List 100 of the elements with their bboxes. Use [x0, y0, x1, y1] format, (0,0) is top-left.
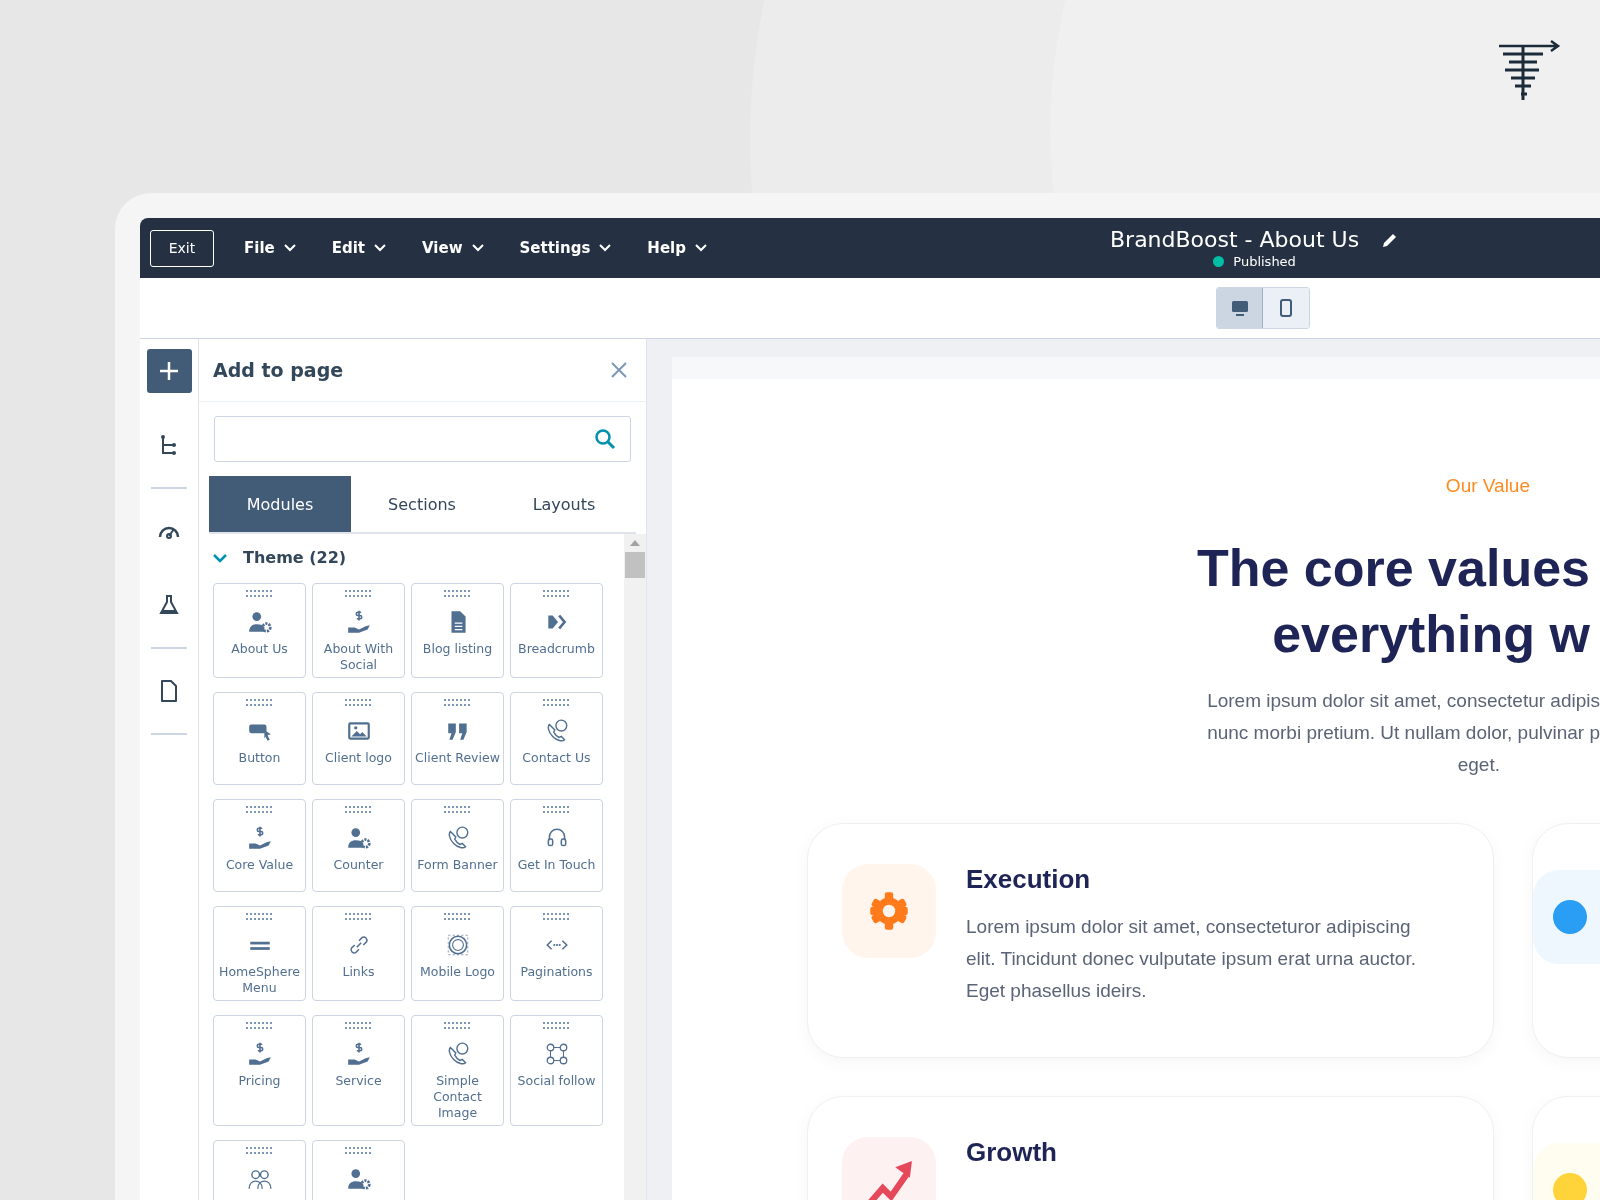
tab[interactable]: Modules [209, 476, 351, 532]
search-icon[interactable] [594, 428, 616, 450]
scroll-thumb[interactable] [625, 552, 645, 578]
module-label: About Us [231, 641, 288, 657]
module-label: Client Review [415, 750, 500, 766]
monitor-icon [1229, 298, 1250, 318]
group-header[interactable]: Theme (22) [213, 548, 347, 567]
module-tile[interactable]: Social follow [510, 1015, 603, 1126]
exit-button[interactable]: Exit [150, 229, 214, 267]
caret-icon [471, 244, 484, 252]
drag-handle-icon [245, 699, 274, 706]
drag-handle-icon [245, 913, 274, 920]
module-label: Links [342, 964, 375, 980]
module-tile[interactable]: Button [213, 692, 306, 785]
intro-text-line: eget. [1457, 753, 1500, 777]
card-title: Growth [966, 1137, 1057, 1168]
module-tile[interactable]: Core Value [213, 799, 306, 892]
plus-icon [157, 359, 181, 383]
module-label: Core Value [225, 857, 294, 873]
flask-icon [157, 593, 181, 617]
module-tile[interactable]: About Us [213, 583, 306, 678]
caret-icon [374, 244, 386, 252]
intro-text-line: Lorem ipsum dolor sit amet, consectetur adipis [1207, 689, 1600, 713]
heading-line: everything w [1272, 604, 1590, 665]
heading-line: The core values [1196, 538, 1590, 599]
drag-handle-icon [542, 1022, 571, 1029]
module-label: Simple Contact Image [432, 1073, 483, 1121]
caret-icon [694, 244, 707, 252]
drag-handle-icon [542, 699, 571, 706]
drag-handle-icon [245, 806, 274, 813]
module-tile[interactable]: Client logo [312, 692, 405, 785]
module-tile[interactable]: Contact Us [510, 692, 603, 785]
module-label: Paginations [520, 964, 593, 980]
module-label: Mobile Logo [420, 964, 495, 980]
module-tile[interactable]: Counter [312, 799, 405, 892]
module-label: About With Social [322, 641, 395, 673]
person-icon [246, 609, 273, 635]
drag-handle-icon [443, 590, 472, 597]
drag-handle-icon [443, 699, 472, 706]
module-tile[interactable]: Simple Contact Image [411, 1015, 504, 1126]
status-label: Published [1233, 254, 1296, 269]
caret-icon [283, 244, 296, 252]
caret-icon [599, 244, 612, 252]
module-tile[interactable]: Service [312, 1015, 405, 1126]
money-icon [345, 609, 372, 635]
chevron-icon [213, 552, 227, 563]
intro-text-line: nunc morbi pretium. Ut nullam dolor, pulvinar p [1207, 721, 1600, 745]
drag-handle-icon [443, 806, 472, 813]
module-tile[interactable]: Pricing [213, 1015, 306, 1126]
menu-item[interactable]: Help [647, 239, 707, 257]
person-icon [345, 1166, 372, 1192]
desktop-view-button[interactable] [1217, 288, 1263, 328]
mobile-view-button[interactable] [1263, 288, 1309, 328]
module-tile[interactable]: Client Review [411, 692, 504, 785]
panel-title: Add to page [213, 359, 344, 381]
drag-handle-icon [344, 806, 373, 813]
drag-handle-icon [344, 913, 373, 920]
drag-handle-icon [344, 1147, 373, 1154]
drag-handle-icon [344, 1022, 373, 1029]
module-label: Client logo [325, 750, 392, 766]
drag-handle-icon [245, 590, 274, 597]
close-icon[interactable] [610, 361, 628, 379]
module-tile[interactable]: Paginations [510, 906, 603, 1001]
drag-handle-icon [443, 1022, 472, 1029]
drag-handle-icon [344, 590, 373, 597]
module-label: Social follow [517, 1073, 596, 1089]
menu-item[interactable]: View [422, 239, 484, 257]
module-label: Get In Touch [517, 857, 596, 873]
card-text: Lorem ipsum dolor sit amet, consecteturor adipiscing elit. Tincidunt donec vulputate ipsum erat urna auctor. Eget phasellus ideirs. [966, 915, 1417, 1003]
add-button[interactable] [146, 349, 192, 393]
module-label: HomeSphere Menu [218, 964, 301, 996]
module-label: Service [335, 1073, 382, 1089]
menu-item[interactable]: Edit [331, 239, 386, 257]
module-tile[interactable]: About With Social [312, 583, 405, 678]
person-icon [345, 825, 372, 851]
drag-handle-icon [542, 913, 571, 920]
drag-handle-icon [344, 699, 373, 706]
module-tile[interactable]: Breadcrumb [510, 583, 603, 678]
module-tile[interactable]: Blog listing [411, 583, 504, 678]
scrollbar[interactable] [624, 534, 646, 1200]
module-label: Counter [333, 857, 384, 873]
page-title: BrandBoost - About Us [1110, 227, 1360, 252]
drag-handle-icon [245, 1022, 274, 1029]
drag-handle-icon [245, 1147, 274, 1154]
module-tile[interactable]: Mobile Logo [411, 906, 504, 1001]
menu-item[interactable]: File [244, 239, 296, 257]
menu-item[interactable]: Settings [519, 239, 612, 257]
module-tile[interactable]: HomeSphere Menu [213, 906, 306, 1001]
drag-handle-icon [542, 590, 571, 597]
search-field[interactable] [214, 416, 631, 462]
card-title: Execution [966, 864, 1092, 895]
module-label: Contact Us [522, 750, 591, 766]
drag-handle-icon [542, 806, 571, 813]
module-tile[interactable]: Get In Touch [510, 799, 603, 892]
module-tile[interactable]: Form Banner [411, 799, 504, 892]
module-tile[interactable]: Links [312, 906, 405, 1001]
money-icon [246, 1041, 273, 1067]
module-label: Pricing [238, 1073, 281, 1089]
eyebrow-text: Our Value [1445, 475, 1530, 497]
money-icon [246, 825, 273, 851]
